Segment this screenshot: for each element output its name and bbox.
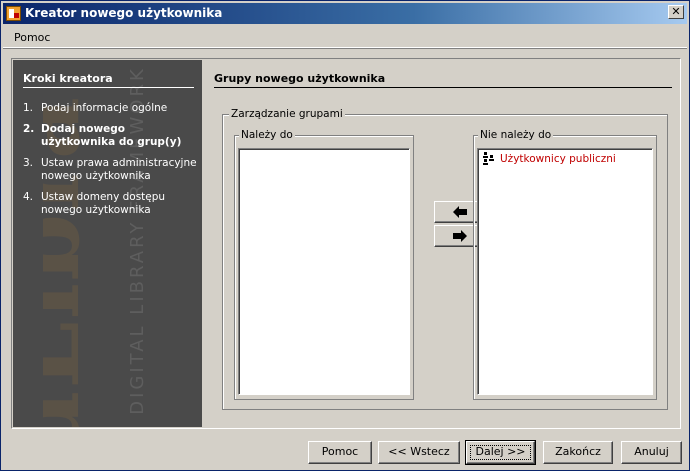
- member-of-list[interactable]: [238, 148, 410, 395]
- wizard-steps-sidebar: dLibra DIGITAL LIBRARY FRAMEWORK Kroki k…: [13, 60, 202, 427]
- group-box-label: Zarządzanie grupami: [229, 108, 345, 120]
- finish-button[interactable]: Zakończ: [543, 441, 613, 464]
- step-item: 1. Podaj informacje ogólne: [23, 102, 198, 115]
- menu-help[interactable]: Pomoc: [14, 31, 50, 44]
- not-member-of-list[interactable]: Użytkownicy publiczni: [477, 148, 653, 395]
- focus-ring: [470, 445, 531, 460]
- help-button[interactable]: Pomoc: [308, 441, 372, 464]
- step-number: 4.: [23, 191, 34, 203]
- main-panel: Grupy nowego użytkownika Zarządzanie gru…: [214, 71, 672, 421]
- steps-list: 1. Podaj informacje ogólne 2. Dodaj nowe…: [23, 102, 198, 225]
- step-number: 3.: [23, 157, 34, 169]
- member-of-panel: Należy do: [234, 129, 414, 400]
- not-member-of-label: Nie należy do: [478, 129, 554, 141]
- step-label: Ustaw prawa administracyjne nowego użytk…: [41, 157, 197, 182]
- step-number: 1.: [23, 102, 34, 114]
- not-member-of-panel: Nie należy do Użytkownicy publiczni: [473, 129, 657, 400]
- member-of-label: Należy do: [239, 129, 295, 141]
- steps-heading: Kroki kreatora: [23, 72, 194, 88]
- window-title: Kreator nowego użytkownika: [25, 6, 223, 20]
- app-icon: [6, 6, 21, 21]
- step-label: Podaj informacje ogólne: [41, 102, 168, 114]
- wizard-window: Kreator nowego użytkownika ✕ Pomoc dLibr…: [0, 0, 690, 471]
- step-label: Dodaj nowego użytkownika do grup(y): [41, 123, 182, 148]
- next-button[interactable]: Dalej >>: [465, 440, 536, 465]
- step-label: Ustaw domeny dostępu nowego użytkownika: [41, 191, 166, 216]
- step-item-current: 2. Dodaj nowego użytkownika do grup(y): [23, 123, 198, 149]
- cancel-button[interactable]: Anuluj: [621, 441, 682, 464]
- page-title: Grupy nowego użytkownika: [214, 72, 672, 88]
- content-frame: dLibra DIGITAL LIBRARY FRAMEWORK Kroki k…: [11, 58, 681, 429]
- list-item-label: Użytkownicy publiczni: [500, 153, 616, 165]
- back-button[interactable]: << Wstecz: [378, 441, 460, 464]
- close-button[interactable]: ✕: [668, 5, 684, 19]
- step-item: 3. Ustaw prawa administracyjne nowego uż…: [23, 157, 198, 183]
- title-bar[interactable]: Kreator nowego użytkownika ✕: [3, 3, 687, 24]
- arrow-left-icon: [453, 206, 467, 218]
- menu-bar: Pomoc: [3, 26, 687, 48]
- arrow-right-icon: [453, 230, 467, 242]
- group-icon: [482, 152, 496, 166]
- step-number: 2.: [23, 123, 35, 135]
- list-item[interactable]: Użytkownicy publiczni: [482, 152, 616, 166]
- step-item: 4. Ustaw domeny dostępu nowego użytkowni…: [23, 191, 198, 217]
- group-management-box: Zarządzanie grupami Należy do Nie należy…: [222, 108, 668, 410]
